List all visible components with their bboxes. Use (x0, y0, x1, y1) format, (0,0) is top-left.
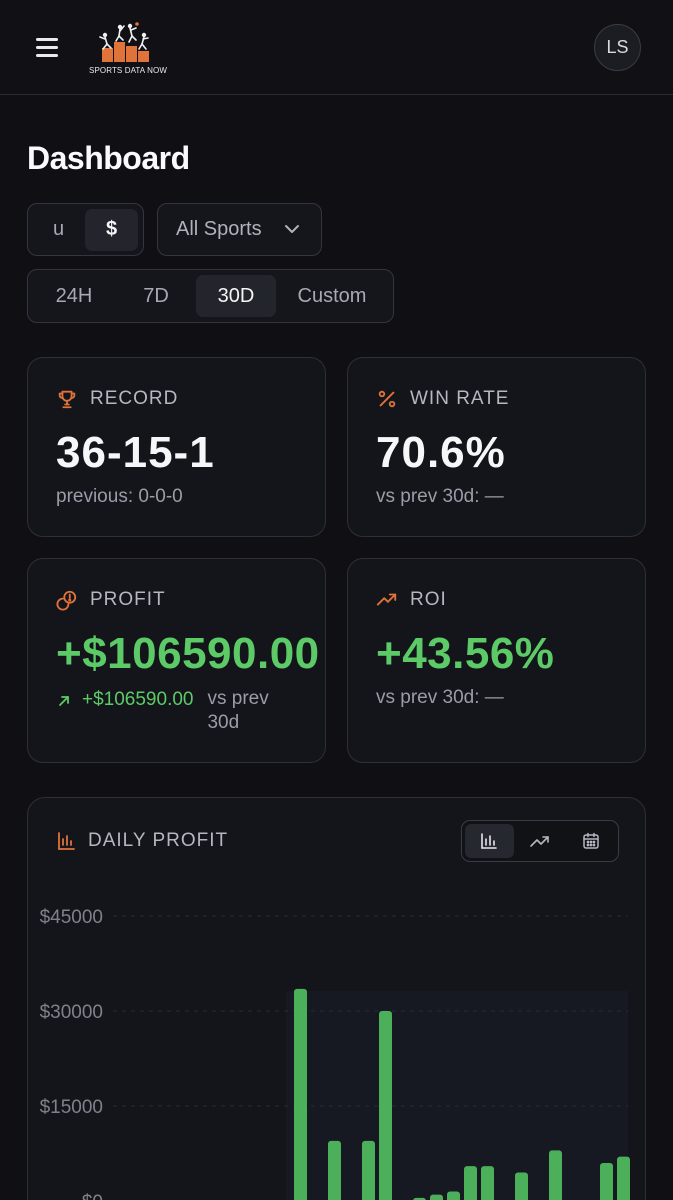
calendar-icon (582, 832, 599, 849)
profit-bar[interactable] (600, 1163, 613, 1200)
range-option-custom[interactable]: Custom (276, 275, 388, 317)
menu-icon[interactable] (36, 38, 58, 57)
top-bar: SPORTS DATA NOW LS (0, 0, 673, 95)
logo-text: SPORTS DATA NOW (89, 66, 167, 75)
unit-option-units[interactable]: u (32, 209, 85, 251)
roi-label: ROI (410, 589, 447, 610)
win-rate-card: WIN RATE 70.6% vs prev 30d: — (347, 357, 646, 537)
line-view-button[interactable] (516, 824, 565, 858)
calendar-view-button[interactable] (566, 824, 615, 858)
profit-bar[interactable] (294, 988, 307, 1200)
profit-card: PROFIT +$106590.00 +$106590.00 vs prev 3… (27, 558, 326, 763)
profit-bar[interactable] (362, 1140, 375, 1200)
y-tick-label: $15000 (40, 1097, 103, 1118)
y-tick-label: $0 (82, 1192, 103, 1200)
chevron-down-icon (285, 225, 299, 233)
trophy-icon (58, 390, 76, 409)
profit-trend-label: vs prev 30d (207, 688, 269, 733)
profit-bar[interactable] (481, 1166, 494, 1200)
profit-bar[interactable] (379, 1011, 392, 1200)
coins-icon (56, 590, 77, 611)
unit-option-dollars[interactable]: $ (85, 208, 138, 251)
range-option-24h[interactable]: 24H (32, 275, 116, 317)
trending-up-icon (376, 593, 397, 606)
range-option-7d[interactable]: 7D (116, 275, 196, 317)
roi-value: +43.56% (376, 629, 555, 678)
sport-filter-dropdown[interactable]: All Sports (157, 203, 322, 256)
profit-label: PROFIT (90, 589, 166, 610)
chart-title: DAILY PROFIT (88, 830, 229, 851)
profit-trend-value: +$106590.00 (82, 689, 194, 710)
y-tick-label: $30000 (40, 1002, 103, 1023)
win-rate-label: WIN RATE (410, 388, 510, 409)
bar-chart-icon (481, 833, 498, 849)
daily-profit-card: DAILY PROFIT $45000 $30000 $15000 $0 (27, 797, 646, 1200)
record-card: RECORD 36-15-1 previous: 0-0-0 (27, 357, 326, 537)
range-option-30d[interactable]: 30D (196, 275, 276, 317)
win-rate-comparison: vs prev 30d: — (376, 486, 504, 507)
profit-trend: +$106590.00 vs prev 30d (56, 687, 287, 735)
daily-profit-chart: $45000 $30000 $15000 $0 (40, 907, 630, 1200)
bar-chart-icon (58, 832, 75, 850)
profit-value: +$106590.00 (56, 629, 320, 678)
roi-card: ROI +43.56% vs prev 30d: — (347, 558, 646, 763)
profit-bar[interactable] (549, 1150, 562, 1200)
sport-filter-value: All Sports (176, 218, 262, 240)
bar-view-button[interactable] (465, 824, 514, 858)
profit-bar[interactable] (430, 1194, 443, 1200)
profit-bar[interactable] (464, 1166, 477, 1200)
y-tick-label: $45000 (40, 907, 103, 928)
record-label: RECORD (90, 388, 179, 409)
profit-bar[interactable] (447, 1191, 460, 1200)
profit-bar[interactable] (515, 1172, 528, 1200)
profit-bar[interactable] (617, 1156, 630, 1200)
arrow-up-right-icon (59, 696, 69, 706)
page-title: Dashboard (27, 140, 190, 176)
time-range-toggle: 24H 7D 30D Custom (27, 269, 394, 323)
profit-bar[interactable] (328, 1140, 341, 1200)
chart-view-toggle (461, 820, 619, 862)
roi-comparison: vs prev 30d: — (376, 687, 504, 708)
percent-icon (378, 390, 396, 408)
record-previous: previous: 0-0-0 (56, 486, 183, 507)
win-rate-value: 70.6% (376, 428, 506, 477)
trend-line-icon (530, 836, 549, 847)
unit-toggle: u $ (27, 203, 144, 256)
record-value: 36-15-1 (56, 428, 215, 477)
user-avatar[interactable]: LS (594, 24, 641, 71)
